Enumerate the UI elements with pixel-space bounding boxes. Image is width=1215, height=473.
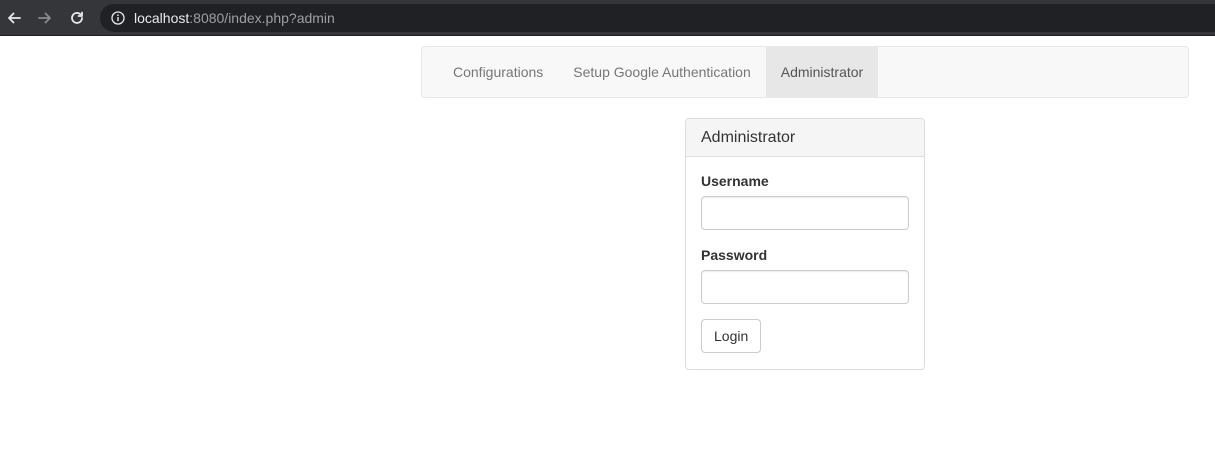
back-button[interactable] xyxy=(2,6,26,30)
password-group: Password xyxy=(701,246,909,304)
reload-button[interactable] xyxy=(65,6,89,30)
reload-icon xyxy=(71,11,83,24)
admin-login-panel: Administrator Username Password Login xyxy=(685,118,925,370)
username-group: Username xyxy=(701,172,909,230)
navbar: Configurations Setup Google Authenticati… xyxy=(421,46,1189,98)
login-button[interactable]: Login xyxy=(701,319,762,353)
password-input[interactable] xyxy=(701,270,909,304)
info-icon[interactable] xyxy=(110,10,126,26)
panel-body: Username Password Login xyxy=(686,157,924,368)
tab-setup-google-authentication[interactable]: Setup Google Authentication xyxy=(558,47,765,97)
panel-title: Administrator xyxy=(686,119,924,157)
arrow-left-icon xyxy=(8,12,21,24)
tab-administrator[interactable]: Administrator xyxy=(765,47,879,97)
url-text: localhost:8080/index.php?admin xyxy=(134,10,335,26)
username-label: Username xyxy=(701,173,769,189)
password-label: Password xyxy=(701,247,768,263)
url-path: :8080/index.php?admin xyxy=(189,10,335,26)
username-input[interactable] xyxy=(701,196,909,230)
tab-configurations[interactable]: Configurations xyxy=(438,47,558,97)
arrow-right-icon xyxy=(38,12,51,24)
browser-toolbar: localhost:8080/index.php?admin xyxy=(0,0,1215,36)
address-bar[interactable]: localhost:8080/index.php?admin xyxy=(100,4,1215,32)
forward-button[interactable] xyxy=(33,6,57,30)
url-host: localhost xyxy=(134,10,190,26)
